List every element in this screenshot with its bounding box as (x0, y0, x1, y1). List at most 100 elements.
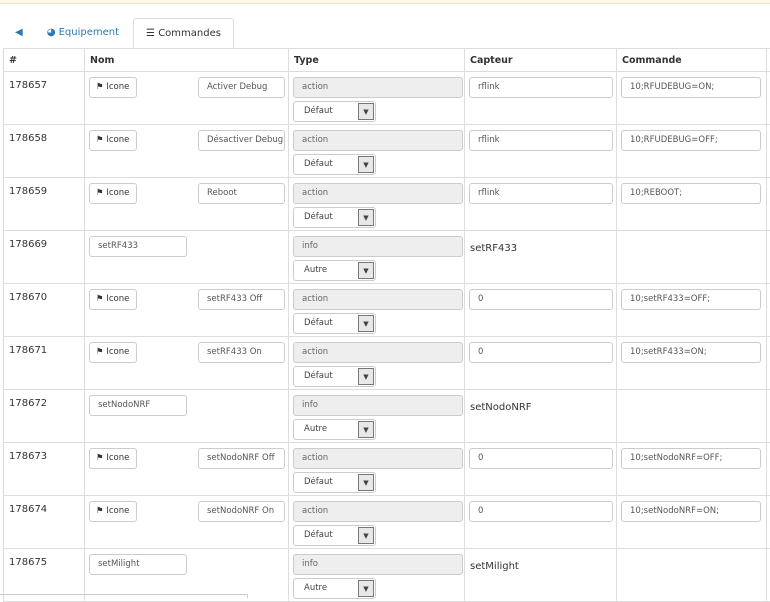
table-row: 178670 ⚑ Icone setRF433 Off action Défau… (4, 284, 770, 337)
capteur-cell: rflink (465, 125, 617, 178)
commande-input[interactable]: 10;setNodoNRF=ON; (621, 501, 761, 522)
tab-back[interactable]: ◀ (3, 18, 35, 49)
capteur-text: setNodoNRF (470, 395, 611, 413)
subtype-select[interactable]: Défaut▼ (293, 101, 376, 122)
commande-input[interactable]: 10;REBOOT; (621, 183, 761, 204)
header-commande: Commande (617, 49, 767, 72)
command-id: 178658 (4, 125, 85, 178)
subtype-select[interactable]: Défaut▼ (293, 154, 376, 175)
commande-cell: 10;setNodoNRF=OFF; (617, 443, 767, 496)
commande-input[interactable]: 10;setRF433=OFF; (621, 289, 761, 310)
commande-input[interactable]: 10;setRF433=ON; (621, 342, 761, 363)
flag-icon: ⚑ (96, 135, 104, 145)
type-cell: action Défaut▼ (289, 125, 465, 178)
subtype-select[interactable]: Défaut▼ (293, 366, 376, 387)
capteur-input[interactable]: rflink (469, 77, 613, 98)
command-name-input[interactable]: setNodoNRF (89, 395, 187, 416)
command-name-input[interactable]: setRF433 (89, 236, 187, 257)
type-cell: info Autre▼ (289, 390, 465, 443)
type-input: info (293, 236, 463, 257)
command-name-input[interactable]: setMilight (89, 554, 187, 575)
command-id: 178674 (4, 496, 85, 549)
tab-commandes[interactable]: ☰ Commandes (133, 18, 234, 49)
icon-button[interactable]: ⚑ Icone (89, 342, 137, 363)
type-input: action (293, 130, 463, 151)
flag-icon: ⚑ (96, 347, 104, 357)
subtype-select[interactable]: Autre▼ (293, 419, 376, 440)
type-cell: action Défaut▼ (289, 178, 465, 231)
command-id: 178659 (4, 178, 85, 231)
icon-button[interactable]: ⚑ Icone (89, 289, 137, 310)
subtype-select[interactable]: Défaut▼ (293, 313, 376, 334)
type-cell: action Défaut▼ (289, 72, 465, 125)
commande-input[interactable]: 10;RFUDEBUG=ON; (621, 77, 761, 98)
capteur-cell: 0 (465, 496, 617, 549)
table-row: 178674 ⚑ Icone setNodoNRF On action Défa… (4, 496, 770, 549)
command-name-input[interactable]: setNodoNRF Off (198, 448, 285, 469)
nom-cell: ⚑ Icone setNodoNRF On (85, 496, 289, 549)
capteur-input[interactable]: 0 (469, 342, 613, 363)
icon-button[interactable]: ⚑ Icone (89, 183, 137, 204)
commande-cell: 10;setRF433=OFF; (617, 284, 767, 337)
header-type: Type (289, 49, 465, 72)
command-name-input[interactable]: Reboot (198, 183, 285, 204)
chevron-down-icon: ▼ (358, 421, 374, 438)
capteur-input[interactable]: 0 (469, 448, 613, 469)
type-input: action (293, 77, 463, 98)
capteur-cell: rflink (465, 178, 617, 231)
list-icon: ☰ (146, 28, 158, 39)
capteur-cell: setRF433 (465, 231, 617, 284)
commande-input[interactable]: 10;RFUDEBUG=OFF; (621, 130, 761, 151)
command-name-input[interactable]: setRF433 Off (198, 289, 285, 310)
command-name-input[interactable]: Désactiver Debug (198, 130, 285, 151)
subtype-select[interactable]: Défaut▼ (293, 525, 376, 546)
commande-cell: 10;setRF433=ON; (617, 337, 767, 390)
icon-button[interactable]: ⚑ Icone (89, 501, 137, 522)
commande-cell (617, 390, 767, 443)
chevron-down-icon: ▼ (358, 315, 374, 332)
command-name-input[interactable]: setRF433 On (198, 342, 285, 363)
flag-icon: ⚑ (96, 188, 104, 198)
capteur-input[interactable]: rflink (469, 130, 613, 151)
nom-cell: setNodoNRF (85, 390, 289, 443)
capteur-input[interactable]: 0 (469, 289, 613, 310)
table-row: 178672 setNodoNRF info Autre▼ setNodoNRF (4, 390, 770, 443)
capteur-input[interactable]: 0 (469, 501, 613, 522)
chevron-down-icon: ▼ (358, 527, 374, 544)
alert-banner (0, 0, 770, 4)
type-input: action (293, 289, 463, 310)
subtype-select[interactable]: Autre▼ (293, 260, 376, 281)
type-input: info (293, 554, 463, 575)
capteur-cell: setNodoNRF (465, 390, 617, 443)
type-input: action (293, 501, 463, 522)
flag-icon: ⚑ (96, 453, 104, 463)
icon-button[interactable]: ⚑ Icone (89, 448, 137, 469)
chevron-down-icon: ▼ (358, 580, 374, 597)
table-row: 178671 ⚑ Icone setRF433 On action Défaut… (4, 337, 770, 390)
table-row: 178673 ⚑ Icone setNodoNRF Off action Déf… (4, 443, 770, 496)
nom-cell: ⚑ Icone Reboot (85, 178, 289, 231)
nom-cell: ⚑ Icone setRF433 Off (85, 284, 289, 337)
commande-input[interactable]: 10;setNodoNRF=OFF; (621, 448, 761, 469)
icon-button[interactable]: ⚑ Icone (89, 130, 137, 151)
subtype-select[interactable]: Défaut▼ (293, 207, 376, 228)
icon-button[interactable]: ⚑ Icone (89, 77, 137, 98)
command-id: 178669 (4, 231, 85, 284)
tab-equipement[interactable]: ◕ Equipement (35, 18, 131, 49)
chevron-down-icon: ▼ (358, 474, 374, 491)
command-id: 178671 (4, 337, 85, 390)
type-input: action (293, 342, 463, 363)
capteur-input[interactable]: rflink (469, 183, 613, 204)
commande-cell: 10;REBOOT; (617, 178, 767, 231)
subtype-select[interactable]: Défaut▼ (293, 472, 376, 493)
capteur-cell: 0 (465, 284, 617, 337)
command-name-input[interactable]: setNodoNRF On (198, 501, 285, 522)
nom-cell: ⚑ Icone setNodoNRF Off (85, 443, 289, 496)
tab-bar: ◀ ◕ Equipement ☰ Commandes (3, 18, 770, 49)
subtype-select[interactable]: Autre▼ (293, 578, 376, 599)
command-name-input[interactable]: Activer Debug (198, 77, 285, 98)
chevron-down-icon: ▼ (358, 209, 374, 226)
footer-panel (0, 594, 248, 598)
table-row: 178658 ⚑ Icone Désactiver Debug action D… (4, 125, 770, 178)
capteur-cell: setMilight (465, 549, 617, 602)
